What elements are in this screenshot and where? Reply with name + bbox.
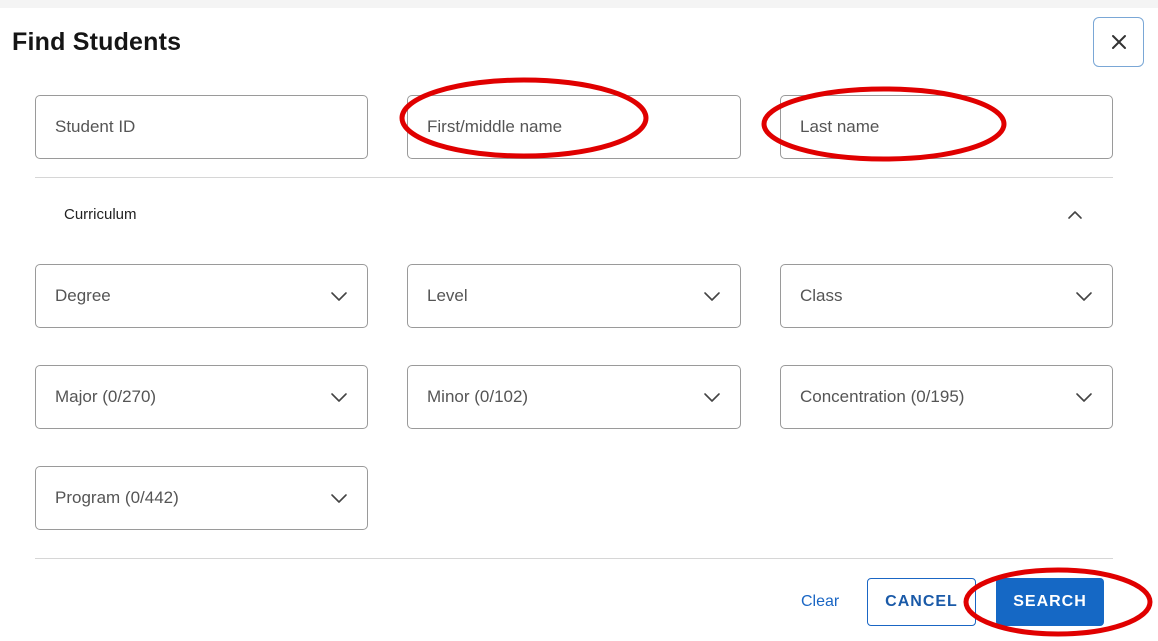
last-name-placeholder: Last name <box>800 117 880 136</box>
first-middle-name-input[interactable]: First/middle name <box>407 95 741 159</box>
chevron-down-icon <box>1076 393 1092 402</box>
clear-link[interactable]: Clear <box>801 593 839 611</box>
curriculum-section-label: Curriculum <box>64 206 137 223</box>
minor-select[interactable]: Minor (0/102) <box>407 365 741 429</box>
chevron-down-icon <box>331 292 347 301</box>
student-id-input[interactable]: Student ID <box>35 95 368 159</box>
curriculum-collapse-button[interactable] <box>1064 206 1086 224</box>
cancel-button[interactable]: CANCEL <box>867 578 976 626</box>
chevron-down-icon <box>1076 292 1092 301</box>
concentration-select-label: Concentration (0/195) <box>800 387 965 406</box>
level-select-label: Level <box>427 286 468 305</box>
minor-select-label: Minor (0/102) <box>427 387 529 406</box>
section-divider-bottom <box>35 558 1113 559</box>
find-students-dialog: Find Students Student ID First/middle na… <box>0 0 1158 641</box>
search-button[interactable]: SEARCH <box>996 578 1104 626</box>
major-select[interactable]: Major (0/270) <box>35 365 368 429</box>
program-select-label: Program (0/442) <box>55 488 179 507</box>
chevron-down-icon <box>704 292 720 301</box>
close-icon <box>1111 35 1126 49</box>
student-id-placeholder: Student ID <box>55 117 136 136</box>
close-button[interactable] <box>1093 17 1144 67</box>
class-select[interactable]: Class <box>780 264 1113 328</box>
level-select[interactable]: Level <box>407 264 741 328</box>
degree-select[interactable]: Degree <box>35 264 368 328</box>
chevron-down-icon <box>704 393 720 402</box>
chevron-up-icon <box>1068 211 1082 219</box>
section-divider-top <box>35 177 1113 178</box>
concentration-select[interactable]: Concentration (0/195) <box>780 365 1113 429</box>
chevron-down-icon <box>331 494 347 503</box>
last-name-input[interactable]: Last name <box>780 95 1113 159</box>
dialog-title: Find Students <box>12 28 182 56</box>
class-select-label: Class <box>800 286 843 305</box>
first-middle-name-placeholder: First/middle name <box>427 117 563 136</box>
major-select-label: Major (0/270) <box>55 387 157 406</box>
chevron-down-icon <box>331 393 347 402</box>
program-select[interactable]: Program (0/442) <box>35 466 368 530</box>
dialog-top-edge <box>0 0 1158 8</box>
degree-select-label: Degree <box>55 286 111 305</box>
